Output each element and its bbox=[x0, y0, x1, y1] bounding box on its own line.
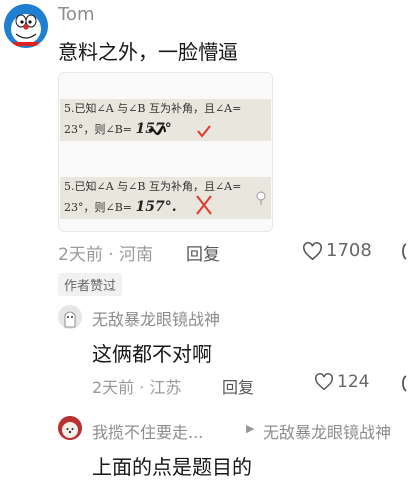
reply-like-count: 124 bbox=[337, 372, 370, 392]
answer-bottom: 157°. bbox=[135, 199, 177, 215]
reply-time-location: 2天前 · 江苏 bbox=[92, 378, 182, 397]
reply-arrow-icon: ▶ bbox=[246, 422, 255, 435]
reply-to-username[interactable]: 无敌暴龙眼镜战神 bbox=[263, 419, 391, 443]
reply-text: 这俩都不对啊 bbox=[92, 342, 212, 366]
problem-text-top: 5.已知∠A 与∠B 互为补角，且∠A= bbox=[64, 102, 242, 115]
problem-text-bottom: 5.已知∠A 与∠B 互为补角，且∠A= bbox=[64, 180, 242, 193]
heart-icon bbox=[315, 373, 333, 391]
like-button[interactable]: 1708 bbox=[302, 240, 372, 261]
comment-text: 意料之外，一脸懵逼 bbox=[58, 40, 238, 64]
cross-mark-icon bbox=[196, 195, 212, 215]
comment-username[interactable]: Tom bbox=[58, 4, 94, 25]
comment-time-location: 2天前 · 河南 bbox=[58, 245, 154, 265]
reply-avatar[interactable] bbox=[58, 416, 82, 440]
doraemon-avatar-icon bbox=[4, 4, 48, 48]
scribble-icon bbox=[148, 126, 166, 136]
dislike-icon[interactable] bbox=[400, 374, 415, 393]
photo-marker-icon bbox=[256, 191, 266, 205]
heart-icon bbox=[303, 241, 322, 260]
dog-avatar-icon bbox=[58, 416, 82, 440]
reply-like-button[interactable]: 124 bbox=[314, 372, 369, 392]
author-liked-badge: 作者赞过 bbox=[58, 273, 123, 296]
ghost-avatar-icon bbox=[58, 305, 82, 329]
image-strip-top: 5.已知∠A 与∠B 互为补角，且∠A= 23°，则∠B= 157° bbox=[60, 99, 271, 141]
reply-button[interactable]: 回复 bbox=[186, 240, 220, 265]
reply-text: 上面的点是题目的 bbox=[92, 455, 252, 479]
problem-text-top-prefix: 23°，则∠B= bbox=[64, 123, 133, 136]
image-strip-bottom: 5.已知∠A 与∠B 互为补角，且∠A= 23°，则∠B= 157°. bbox=[60, 177, 271, 219]
reply-username[interactable]: 无敌暴龙眼镜战神 bbox=[92, 306, 220, 330]
avatar[interactable] bbox=[4, 4, 48, 48]
reply-reply-button[interactable]: 回复 bbox=[222, 374, 254, 398]
reply-username[interactable]: 我揽不住要走... bbox=[92, 419, 203, 443]
comment-image[interactable]: 5.已知∠A 与∠B 互为补角，且∠A= 23°，则∠B= 157° 5.已知∠… bbox=[58, 72, 273, 232]
check-mark-icon bbox=[197, 125, 211, 138]
like-count: 1708 bbox=[326, 240, 372, 261]
reply-avatar[interactable] bbox=[58, 305, 82, 329]
dislike-icon[interactable] bbox=[400, 242, 415, 261]
problem-text-bottom-prefix: 23°，则∠B= bbox=[64, 201, 133, 214]
